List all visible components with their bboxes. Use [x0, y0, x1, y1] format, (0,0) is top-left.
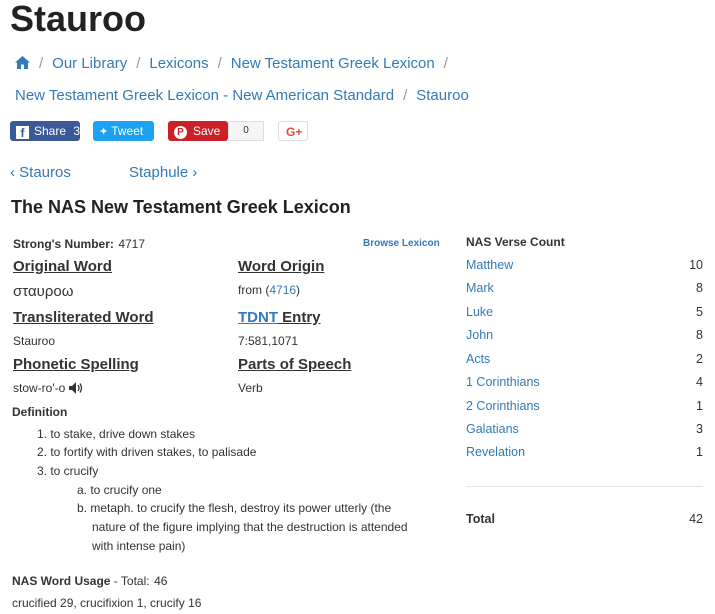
book-matthew[interactable]: Matthew — [466, 258, 513, 272]
tdnt-link[interactable]: TDNT — [238, 309, 278, 326]
definition-item-1: 1. to stake, drive down stakes — [37, 427, 196, 441]
breadcrumb-nas-lexicon[interactable]: New Testament Greek Lexicon - New Americ… — [15, 87, 394, 104]
book-acts[interactable]: Acts — [466, 352, 490, 366]
twitter-tweet-button[interactable]: ✦ Tweet — [93, 121, 154, 141]
verse-count-divider — [466, 486, 703, 487]
definition-item-3a: a. to crucify one — [77, 483, 162, 497]
parts-of-speech-heading: Parts of Speech — [238, 356, 352, 373]
count-2-corinthians: 1 — [696, 399, 703, 413]
definition-item-2: 2. to fortify with driven stakes, to pal… — [37, 445, 257, 459]
breadcrumb: / Our Library / Lexicons / New Testament Gree… — [15, 55, 457, 73]
phonetic-spelling-heading: Phonetic Spelling — [13, 356, 139, 373]
pinterest-icon: P — [174, 126, 187, 139]
count-1-corinthians: 4 — [696, 375, 703, 389]
facebook-share-button[interactable]: f Share 3 — [10, 121, 80, 141]
breadcrumb-our-library[interactable]: Our Library — [52, 55, 127, 72]
pinterest-save-button[interactable]: P Save — [168, 121, 228, 141]
breadcrumb-lexicons[interactable]: Lexicons — [149, 55, 208, 72]
definition-item-3b-cont2: with intense pain) — [92, 539, 186, 553]
page-title: Stauroo — [10, 0, 147, 39]
word-origin-value: from (4716) — [238, 283, 301, 297]
book-revelation[interactable]: Revelation — [466, 445, 525, 459]
word-origin-link[interactable]: 4716 — [269, 283, 296, 297]
count-mark: 8 — [696, 281, 703, 295]
book-john[interactable]: John — [466, 328, 493, 342]
transliterated-word-heading: Transliterated Word — [13, 309, 154, 326]
verse-count-heading: NAS Verse Count — [466, 235, 565, 249]
definition-item-3b-cont: nature of the figure implying that the d… — [92, 520, 408, 534]
breadcrumb-line-2: New Testament Greek Lexicon - New Americ… — [15, 87, 469, 104]
definition-heading: Definition — [12, 405, 68, 419]
google-plus-button[interactable]: G+ — [278, 121, 308, 141]
book-luke[interactable]: Luke — [466, 305, 493, 319]
speaker-icon[interactable] — [68, 382, 85, 397]
book-mark[interactable]: Mark — [466, 281, 494, 295]
book-2-corinthians[interactable]: 2 Corinthians — [466, 399, 540, 413]
home-icon[interactable] — [15, 56, 30, 73]
facebook-icon: f — [16, 126, 29, 140]
pinterest-count: 0 — [228, 121, 264, 141]
original-word-value: σταυροω — [13, 283, 74, 300]
browse-lexicon-link[interactable]: Browse Lexicon — [363, 238, 440, 249]
tdnt-entry-heading: TDNT Entry — [238, 309, 321, 326]
tdnt-entry-value: 7:581,1071 — [238, 334, 299, 348]
nas-word-usage: NAS Word Usage - Total: 46 — [12, 574, 168, 588]
breadcrumb-stauroo[interactable]: Stauroo — [416, 87, 469, 104]
original-word-heading: Original Word — [13, 258, 112, 275]
count-matthew: 10 — [689, 258, 703, 272]
lexicon-heading: The NAS New Testament Greek Lexicon — [11, 197, 351, 217]
nas-word-usage-text: crucified 29, crucifixion 1, crucify 16 — [12, 596, 202, 610]
count-revelation: 1 — [696, 445, 703, 459]
phonetic-spelling-value: stow-ro'-o — [13, 381, 85, 397]
breadcrumb-nt-greek-lexicon[interactable]: New Testament Greek Lexicon — [231, 55, 435, 72]
count-acts: 2 — [696, 352, 703, 366]
definition-item-3b: b. metaph. to crucify the flesh, destroy… — [77, 501, 392, 515]
word-origin-heading: Word Origin — [238, 258, 325, 275]
prev-word-link[interactable]: ‹ Stauros — [10, 164, 71, 181]
next-word-link[interactable]: Staphule › — [129, 164, 197, 181]
count-john: 8 — [696, 328, 703, 342]
definition-item-3: 3. to crucify — [37, 464, 99, 478]
count-luke: 5 — [696, 305, 703, 319]
count-galatians: 3 — [696, 422, 703, 436]
parts-of-speech-value: Verb — [238, 381, 263, 395]
book-galatians[interactable]: Galatians — [466, 422, 519, 436]
book-1-corinthians[interactable]: 1 Corinthians — [466, 375, 540, 389]
strongs-number: Strong's Number: 4717 — [13, 237, 146, 251]
verse-count-total-value: 42 — [689, 512, 703, 526]
transliterated-word-value: Stauroo — [13, 334, 56, 348]
twitter-icon: ✦ — [99, 126, 109, 138]
verse-count-total-label: Total — [466, 512, 495, 526]
